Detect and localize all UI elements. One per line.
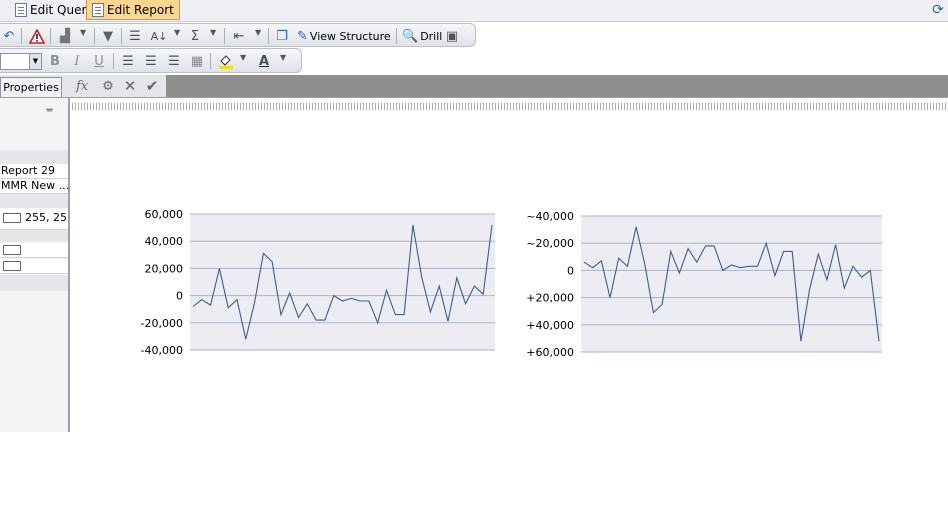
properties-tab-label: Properties [3,81,59,94]
pin-icon[interactable]: ᚚ [46,104,53,115]
property-value[interactable]: Report 29 [0,164,68,179]
magnifier-icon: 🔍 [402,28,419,44]
format-toolbar: ▼ B I U ☰ ☰ ☰ ▦ ▼ A ▼ [0,48,302,73]
edit-query-label: Edit Query [30,3,94,17]
alerter-icon[interactable]: ▟ [56,27,74,45]
drill-button[interactable]: 🔍 Drill [402,27,442,45]
font-size-select[interactable]: ▼ [0,53,42,70]
insert-dropdown-icon[interactable]: ▼ [255,28,261,37]
bold-button[interactable]: B [48,52,62,70]
validate-formula-icon[interactable]: ✔ [144,77,160,95]
drill-label: Drill [420,29,443,43]
insert-break-icon[interactable]: ⇤ [230,27,248,45]
border-icon[interactable]: ▦ [189,52,205,70]
fx-icon[interactable]: fx [76,77,88,95]
view-structure-icon: ✎ [297,28,308,44]
fill-color-dropdown-icon[interactable]: ▼ [240,53,246,62]
view-structure-button[interactable]: ✎ View Structure [297,27,391,45]
property-color-row[interactable]: 255, 255 [0,208,68,230]
snapshot-icon[interactable]: ▣ [443,27,461,45]
ranking-icon[interactable]: ☰ [127,27,143,45]
mode-bar: Edit Query Edit Report ⟳ [0,0,948,22]
sort-icon[interactable]: A↓ [150,27,168,45]
edit-report-label: Edit Report [107,2,174,17]
alerter-dropdown-icon[interactable]: ▼ [80,28,86,37]
cancel-formula-icon[interactable]: ✕ [122,77,138,95]
copy-format-icon[interactable]: ❐ [274,27,290,45]
color-swatch [3,245,21,255]
refresh-icon[interactable]: ⟳ [930,2,946,18]
filter-icon[interactable]: ▼ [100,27,116,45]
property-color-value: 255, 255 [25,211,68,224]
warning-icon[interactable] [28,27,46,45]
edit-report-tab[interactable]: Edit Report [86,0,180,20]
sum-icon[interactable]: Σ [188,27,202,45]
ruler [72,103,948,110]
property-color-row[interactable] [0,259,68,274]
font-color-dropdown-icon[interactable]: ▼ [280,53,286,62]
color-swatch [3,213,21,223]
align-right-icon[interactable]: ☰ [166,52,182,70]
sort-dropdown-icon[interactable]: ▼ [174,28,180,37]
report-document-icon [92,2,104,17]
align-left-icon[interactable]: ☰ [120,52,136,70]
property-value[interactable]: MMR New ... [0,179,68,194]
report-toolbar: ↶ ▟ ▼ ▼ ☰ A↓ ▼ Σ ▼ ⇤ ▼ ❐ ✎ View Structur… [0,23,476,47]
font-color-label: A [258,53,270,69]
formula-bar: Properties fx ⚙ ✕ ✔ [0,75,948,98]
fill-color-icon[interactable] [217,52,235,70]
formula-input[interactable] [166,75,948,97]
chevron-down-icon[interactable]: ▼ [29,54,41,69]
variable-icon[interactable]: ⚙ [100,77,116,95]
underline-button[interactable]: U [92,52,106,70]
color-swatch [3,261,21,271]
sum-dropdown-icon[interactable]: ▼ [210,28,216,37]
view-structure-label: View Structure [309,29,391,43]
font-color-button[interactable]: A [255,52,273,70]
properties-tab[interactable]: Properties [0,77,62,97]
report-canvas [72,98,948,432]
italic-button[interactable]: I [70,52,84,70]
align-center-icon[interactable]: ☰ [143,52,159,70]
properties-panel: ᚚ Report 29 MMR New ... 255, 255 [0,98,70,432]
property-color-row[interactable] [0,243,68,258]
undo-icon[interactable]: ↶ [2,27,16,45]
query-document-icon [15,3,27,17]
